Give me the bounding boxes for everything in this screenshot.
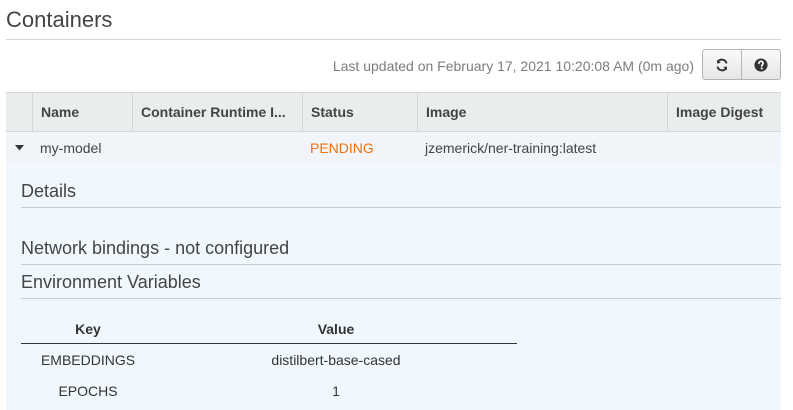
page-title: Containers <box>6 7 113 32</box>
table-row[interactable]: my-model PENDING jzemerick/ner-training:… <box>6 132 781 164</box>
title-divider <box>6 39 781 40</box>
env-key: EPOCHS <box>58 382 118 399</box>
environment-variables-title: Environment Variables <box>21 272 201 292</box>
container-name: my-model <box>40 140 102 156</box>
containers-table: Name Container Runtime I... Status Image… <box>6 92 781 410</box>
env-header-key: Key <box>75 320 101 337</box>
env-table-header: Key Value <box>21 314 517 344</box>
column-header-name[interactable]: Name <box>32 93 132 131</box>
help-icon <box>754 57 768 72</box>
caret-down-icon <box>14 145 24 151</box>
section-divider <box>21 298 781 299</box>
column-header-image[interactable]: Image <box>417 93 667 131</box>
expand-toggle[interactable] <box>6 145 32 151</box>
section-divider <box>21 264 781 265</box>
container-details-panel: Details Network bindings - not configure… <box>6 164 781 410</box>
container-image: jzemerick/ner-training:latest <box>425 140 597 156</box>
refresh-button[interactable] <box>702 49 742 80</box>
status-badge: PENDING <box>310 140 374 156</box>
env-header-value: Value <box>317 320 355 337</box>
env-key: EMBEDDINGS <box>40 351 136 368</box>
details-section-title: Details <box>21 181 77 201</box>
env-row: EMBEDDINGS distilbert-base-cased <box>21 344 517 375</box>
column-header-image-digest[interactable]: Image Digest <box>667 93 781 131</box>
env-value: distilbert-base-cased <box>271 351 401 368</box>
network-bindings-title: Network bindings - not configured <box>21 238 290 258</box>
help-button[interactable] <box>742 49 781 80</box>
column-header-status[interactable]: Status <box>302 93 417 131</box>
environment-variables-table: Key Value EMBEDDINGS distilbert-base-cas… <box>21 314 517 406</box>
env-row: EPOCHS 1 <box>21 375 517 406</box>
toolbar-button-group <box>702 49 781 80</box>
expand-column-header <box>6 93 32 131</box>
column-header-runtime-id[interactable]: Container Runtime I... <box>132 93 302 131</box>
refresh-icon <box>716 58 728 71</box>
table-header: Name Container Runtime I... Status Image… <box>6 92 781 132</box>
last-updated-text: Last updated on February 17, 2021 10:20:… <box>332 58 694 74</box>
env-value: 1 <box>332 382 340 399</box>
section-divider <box>21 207 781 208</box>
